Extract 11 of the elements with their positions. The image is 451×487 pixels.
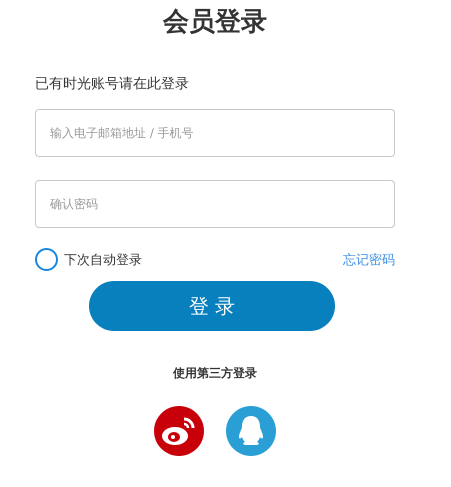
password-field[interactable]: 确认密码 — [35, 180, 395, 228]
remember-label: 下次自动登录 — [64, 252, 142, 268]
login-prompt: 已有时光账号请在此登录 — [35, 76, 190, 92]
login-button[interactable]: 登 录 — [89, 281, 335, 331]
remember-checkbox[interactable] — [35, 248, 58, 271]
penguin-icon[interactable] — [226, 406, 276, 456]
account-field[interactable]: 输入电子邮箱地址 / 手机号 — [35, 109, 395, 157]
third-party-label: 使用第三方登录 — [172, 365, 258, 382]
page-title: 会员登录 — [162, 6, 268, 38]
eye-signal-icon[interactable] — [154, 406, 204, 456]
forgot-password-link[interactable]: 忘记密码 — [343, 250, 395, 268]
